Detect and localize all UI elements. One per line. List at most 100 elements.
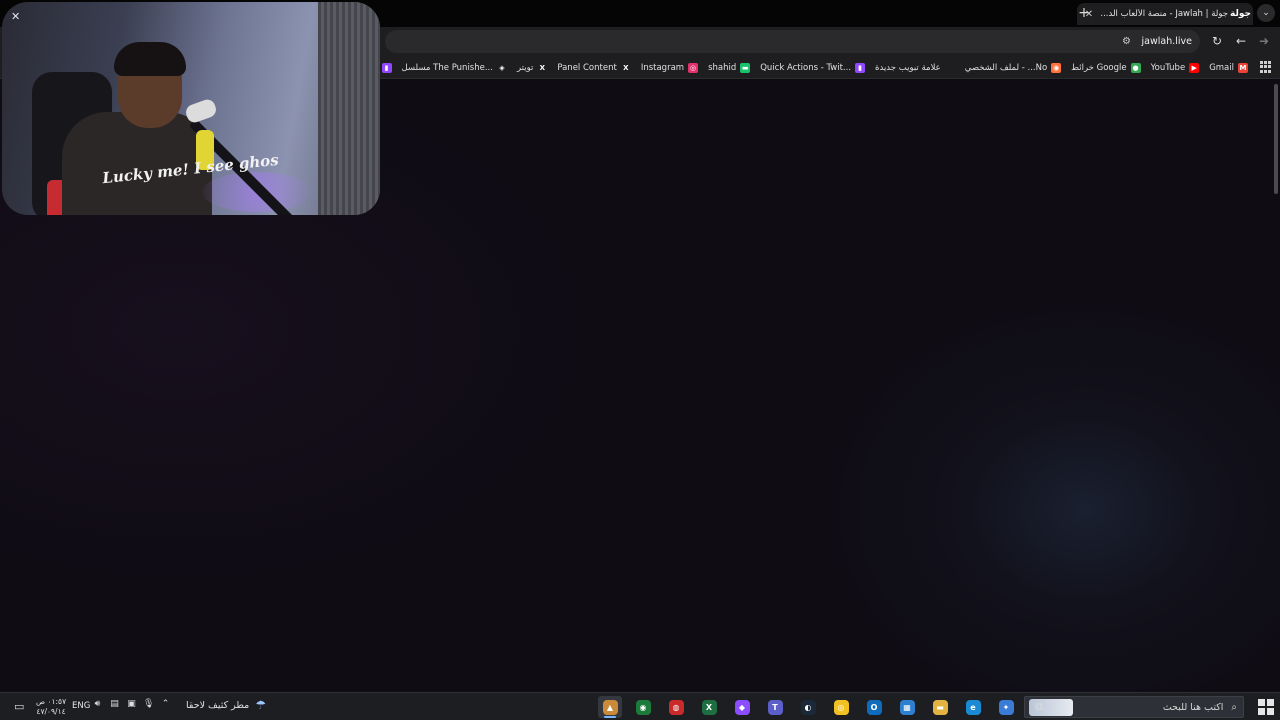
taskbar: ⌕ اكتب هنا للبحث ⧉ ▲ ◉ ◍ X ◆ T ◐ ◎ O ▦ ▬ e ✦ مطر كثي… (0, 692, 1280, 720)
instagram-icon: ◎ (688, 62, 699, 73)
page-scrollbar[interactable] (1274, 84, 1278, 194)
bookmark-label: Quick Actions - Twit... (760, 62, 852, 73)
volume-icon[interactable]: 🔊︎ (92, 699, 103, 709)
bookmark-item[interactable]: ▶ YouTube (1150, 62, 1200, 73)
taskbar-app[interactable]: ◎ (829, 696, 853, 718)
bookmark-label: Panel Content (557, 62, 617, 73)
clock[interactable]: ٠١:٥٧ ص ٤٧/٠٩/١٤ (36, 697, 66, 717)
apps-grid-icon[interactable] (1260, 61, 1272, 73)
chrome-icon: ◎ (833, 699, 849, 715)
taskbar-app[interactable]: ▬ (928, 696, 952, 718)
close-icon[interactable]: ✕ (11, 10, 20, 23)
pinned-apps: ▲ ◉ ◍ X ◆ T ◐ ◎ O ▦ ▬ e ✦ (598, 696, 1018, 718)
twitch-icon: ▮ (381, 62, 392, 73)
taskbar-app[interactable]: T (763, 696, 787, 718)
acoustic-panel (318, 2, 380, 215)
excel-icon: X (701, 699, 717, 715)
bookmark-label: shahid (708, 62, 737, 73)
windows-start-icon[interactable] (1258, 699, 1274, 715)
taskbar-app[interactable]: ◉ (631, 696, 655, 718)
bookmark-label: YouTube (1150, 62, 1186, 73)
bookmark-label: لملف الشخصي - ...No (964, 62, 1048, 73)
bookmark-item[interactable]: M Gmail (1209, 62, 1248, 73)
site-settings-icon[interactable]: ⚙ (1120, 35, 1134, 49)
address-bar[interactable]: jawlah.live ⚙ (385, 30, 1200, 53)
messenger-icon: ◆ (734, 699, 750, 715)
file-explorer-icon: ▬ (932, 699, 948, 715)
twitch-icon: ▮ (855, 62, 866, 73)
bookmark-label: خرائط Google (1071, 62, 1127, 73)
taskbar-app[interactable]: e (961, 696, 985, 718)
webcam-overlay: Lucky me! I see ghos ✕ (2, 2, 380, 215)
taskbar-app[interactable]: ◆ (730, 696, 754, 718)
chrome-red-icon: ◍ (668, 699, 684, 715)
taskbar-app[interactable]: ▲ (598, 696, 622, 718)
firefox-icon: ◉ (1051, 62, 1062, 73)
tab-search-button[interactable]: ⌄ (1257, 4, 1275, 22)
new-tab-button[interactable]: + (1076, 5, 1092, 21)
bookmark-item[interactable]: ▮ Quick Actions - Twit... (760, 62, 866, 73)
steam-icon: ◐ (800, 699, 816, 715)
bookmark-label: Instagram (640, 62, 685, 73)
weather-text: مطر كثيف لاحقا (186, 699, 250, 711)
outlook-icon: O (866, 699, 882, 715)
bookmark-item[interactable]: ◈ مسلسل The Punishe... (401, 62, 507, 73)
clock-date: ٤٧/٠٩/١٤ (36, 707, 66, 716)
bookmark-item[interactable]: X Panel Content (557, 62, 631, 73)
bookmark-item[interactable]: علامة تبويب جديدة (875, 62, 955, 73)
rain-cloud-icon: ☂ (255, 698, 267, 712)
back-icon[interactable]: ← (1233, 33, 1249, 49)
youtube-icon: ▶ (1189, 62, 1200, 73)
edge-icon: e (965, 699, 981, 715)
taskbar-app[interactable]: O (862, 696, 886, 718)
taskbar-search-input[interactable]: ⌕ اكتب هنا للبحث (1024, 696, 1244, 718)
taskbar-app[interactable]: ◐ (796, 696, 820, 718)
bookmark-item[interactable]: ◎ Instagram (640, 62, 699, 73)
clock-time: ٠١:٥٧ ص (36, 697, 67, 706)
chevron-up-icon[interactable]: ⌃ (160, 699, 171, 709)
tab-title: جولة | Jawlah - منصة الألعاب الد... (1101, 9, 1228, 19)
screen: ⌄ جولة جولة | Jawlah - منصة الألعاب الد.… (0, 0, 1280, 720)
teams-icon: T (767, 699, 783, 715)
gmail-icon: M (1238, 62, 1248, 73)
bookmark-item[interactable]: X تويتر (516, 62, 548, 73)
browser-tab[interactable]: جولة جولة | Jawlah - منصة الألعاب الد...… (1077, 3, 1253, 25)
bookmark-list: M Gmail ▶ YouTube ● خرائط Google ◉ لملف الشخصي … (380, 59, 1248, 76)
taskbar-app[interactable]: ◍ (664, 696, 688, 718)
taskbar-app[interactable]: X (697, 696, 721, 718)
search-placeholder: اكتب هنا للبحث (1162, 701, 1224, 713)
forward-icon[interactable]: ➜ (1256, 33, 1272, 49)
location-icon: ◈ (496, 62, 507, 73)
person-hair (114, 42, 186, 76)
wifi-icon[interactable]: ▤ (109, 699, 120, 709)
bookmark-label: تويتر (516, 62, 534, 73)
task-view-icon[interactable]: ⧉ (1032, 700, 1046, 714)
taskbar-app[interactable]: ▦ (895, 696, 919, 718)
microphone-icon[interactable]: 🎙︎ (143, 699, 154, 709)
language-indicator[interactable]: ENG (72, 701, 90, 711)
taskbar-app[interactable]: ✦ (994, 696, 1018, 718)
bookmark-item[interactable]: ◉ لملف الشخصي - ...No (964, 62, 1062, 73)
bookmark-label: Gmail (1209, 62, 1234, 73)
bookmark-item[interactable]: ▬ shahid (708, 62, 751, 73)
copilot-icon: ✦ (998, 699, 1014, 715)
search-icon: ⌕ (1231, 701, 1237, 713)
microphone (183, 97, 219, 125)
xbox-game-icon: ◉ (635, 699, 651, 715)
network-icon[interactable]: ▣ (126, 699, 137, 709)
x-icon: X (537, 62, 548, 73)
bookmark-label: علامة تبويب جديدة (875, 62, 941, 73)
bookmark-label: مسلسل The Punishe... (401, 62, 493, 73)
weather-widget[interactable]: مطر كثيف لاحقا ☂ (186, 698, 266, 712)
jawlah-favicon-icon: جولة (1230, 9, 1251, 19)
reload-icon[interactable]: ↻ (1209, 33, 1225, 49)
shahid-icon: ▬ (740, 62, 751, 73)
bookmark-item[interactable]: ▮gFollowing... (380, 62, 392, 73)
address-bar-url: jawlah.live (1141, 36, 1192, 47)
store-icon: ▦ (899, 699, 915, 715)
blank-page-icon (944, 62, 955, 73)
notification-icon[interactable]: ▭ (14, 700, 24, 713)
maps-icon: ● (1130, 62, 1141, 73)
bookmark-item[interactable]: ● خرائط Google (1071, 62, 1141, 73)
onedrive-photo-icon: ▲ (602, 699, 618, 715)
